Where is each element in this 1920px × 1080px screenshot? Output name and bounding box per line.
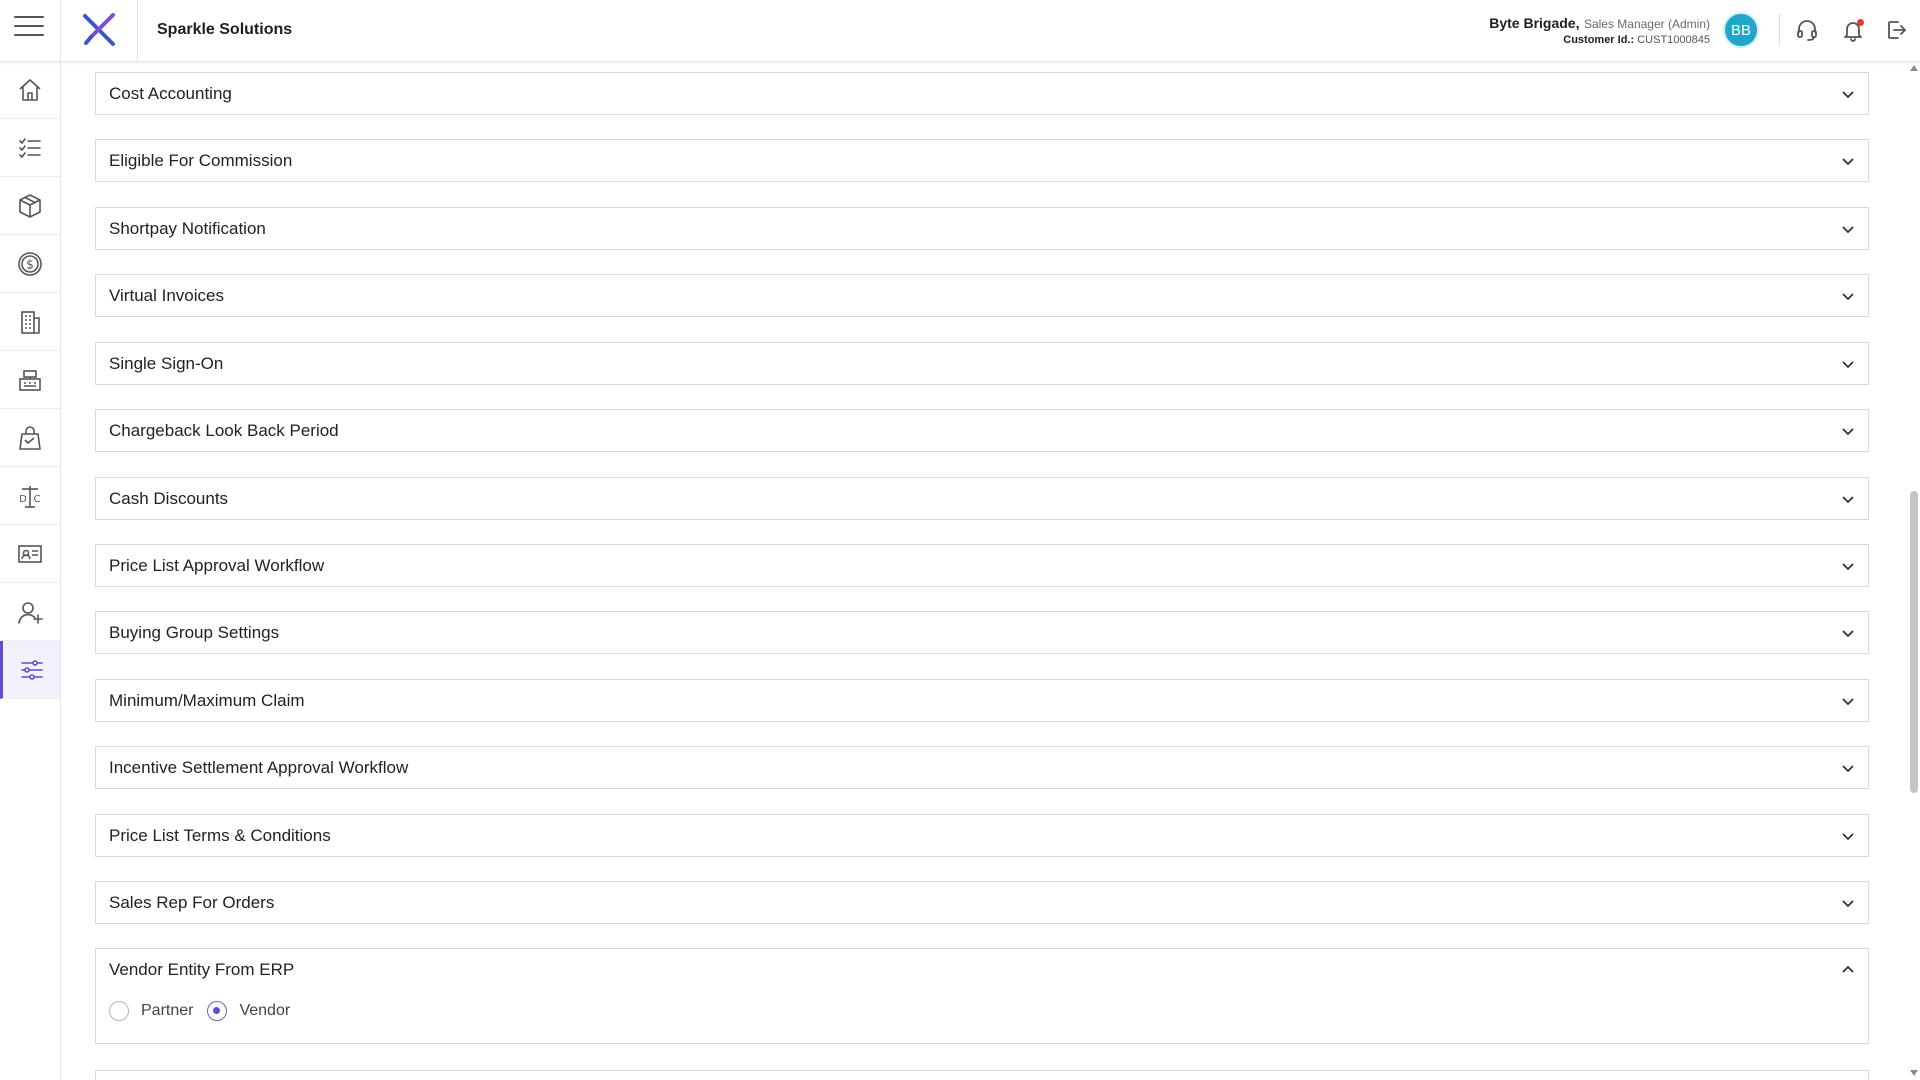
add-user-icon (18, 601, 43, 624)
panel-title: Price List Terms & Conditions (109, 826, 331, 845)
panel-title: Cost Accounting (109, 84, 232, 103)
radio-label: Vendor (239, 1002, 291, 1019)
radio-vendor[interactable] (207, 1001, 228, 1021)
top-header: Sparkle Solutions Byte Brigade, Sales Ma… (0, 0, 1920, 62)
chevron-down-icon (1842, 226, 1854, 234)
notification-bell-icon[interactable] (1841, 18, 1865, 42)
chevron-down-icon (1842, 698, 1854, 706)
scale-dc-icon: DC (19, 485, 41, 508)
panel-price-list-terms-conditions[interactable]: Price List Terms & Conditions (95, 814, 1869, 857)
sidebar-item-companies[interactable] (0, 293, 60, 351)
sidebar-item-products[interactable] (0, 177, 60, 235)
sidebar-item-pos[interactable] (0, 351, 60, 409)
logo-icon (83, 13, 115, 46)
chevron-down-icon (1842, 158, 1854, 166)
panel-virtual-invoices[interactable]: Virtual Invoices (95, 274, 1869, 317)
panel-title: Virtual Invoices (109, 286, 224, 305)
building-icon (21, 310, 40, 334)
panel-buying-group-settings[interactable]: Buying Group Settings (95, 611, 1869, 654)
sidebar-item-users[interactable] (0, 583, 60, 641)
app-logo[interactable] (60, 0, 138, 61)
box-icon (19, 193, 41, 218)
radio-option-vendor[interactable]: Vendor (207, 1001, 290, 1021)
panel-title: Sales Rep For Orders (109, 893, 275, 912)
panel-shortpay-notification[interactable]: Shortpay Notification (95, 207, 1869, 250)
user-name: Byte Brigade, (1489, 15, 1580, 31)
scroll-down-arrow-icon[interactable] (1910, 1070, 1918, 1076)
panel-title: Chargeback Look Back Period (109, 421, 339, 440)
chevron-down-icon (1842, 563, 1854, 571)
chevron-down-icon (1842, 496, 1854, 504)
dollar-coin-icon: $ (18, 251, 42, 276)
sidebar: $ DC (0, 61, 61, 1080)
vendor-entity-radio-group: Partner Vendor (109, 1001, 304, 1021)
panel-title: Eligible For Commission (109, 151, 293, 170)
hamburger-menu-icon[interactable] (14, 16, 44, 40)
notification-dot (1857, 19, 1864, 26)
scrollbar-thumb[interactable] (1910, 491, 1918, 793)
settings-sliders-icon (20, 659, 43, 680)
panel-title: Shortpay Notification (109, 219, 266, 238)
scroll-up-arrow-icon[interactable] (1910, 65, 1918, 71)
customer-id: CUST1000845 (1637, 34, 1710, 46)
vertical-scrollbar[interactable] (1908, 61, 1920, 1080)
panel-single-sign-on[interactable]: Single Sign-On (95, 342, 1869, 385)
user-info: Byte Brigade, Sales Manager (Admin) Cust… (1489, 15, 1710, 48)
sidebar-item-contacts[interactable] (0, 525, 60, 583)
sidebar-item-compliance[interactable]: DC (0, 467, 60, 525)
panel-title: Vendor Entity From ERP (109, 960, 295, 979)
checklist-icon (19, 137, 41, 158)
panel-cost-accounting[interactable]: Cost Accounting (95, 72, 1869, 115)
company-name: Sparkle Solutions (157, 21, 293, 38)
chevron-down-icon (1842, 765, 1854, 773)
sidebar-item-settings[interactable] (0, 641, 60, 699)
chevron-down-icon (1842, 833, 1854, 841)
settings-content: Cost Accounting Eligible For Commission … (61, 61, 1908, 1080)
chevron-down-icon (1842, 293, 1854, 301)
chevron-down-icon (1842, 900, 1854, 908)
panel-chargeback-look-back-period[interactable]: Chargeback Look Back Period (95, 409, 1869, 452)
sidebar-item-orders[interactable] (0, 409, 60, 467)
chevron-up-icon (1842, 965, 1854, 973)
radio-option-partner[interactable]: Partner (109, 1001, 193, 1021)
avatar[interactable]: BB (1723, 12, 1759, 48)
chevron-down-icon (1842, 91, 1854, 99)
logout-icon[interactable] (1884, 18, 1908, 42)
panel-incentive-settlement-approval-workflow[interactable]: Incentive Settlement Approval Workflow (95, 746, 1869, 789)
id-card-icon (18, 544, 42, 563)
chevron-down-icon (1842, 428, 1854, 436)
panel-cash-discounts[interactable]: Cash Discounts (95, 477, 1869, 520)
panel-vendor-entity-from-erp[interactable]: Vendor Entity From ERP Partner Vendor (95, 948, 1869, 1044)
sidebar-item-finance[interactable]: $ (0, 235, 60, 293)
svg-text:C: C (34, 494, 41, 505)
panel-title: Cash Discounts (109, 489, 229, 508)
panel-sales-rep-for-orders[interactable]: Sales Rep For Orders (95, 881, 1869, 924)
radio-label: Partner (141, 1002, 194, 1019)
customer-id-label: Customer Id.: (1563, 34, 1635, 46)
home-icon (19, 78, 41, 101)
panel-title: Incentive Settlement Approval Workflow (109, 758, 409, 777)
user-role: Sales Manager (Admin) (1583, 17, 1710, 31)
headset-support-icon[interactable] (1795, 18, 1819, 42)
header-divider (1779, 14, 1780, 46)
cash-register-icon (19, 369, 41, 391)
sidebar-item-home[interactable] (0, 61, 60, 119)
panel-title: Price List Approval Workflow (109, 556, 325, 575)
svg-text:$: $ (26, 257, 34, 271)
chevron-down-icon (1842, 361, 1854, 369)
sidebar-item-tasks[interactable] (0, 119, 60, 177)
radio-partner[interactable] (109, 1001, 129, 1021)
panel-title: Single Sign-On (109, 354, 224, 373)
panel-next-partial[interactable] (95, 1070, 1869, 1080)
panel-price-list-approval-workflow[interactable]: Price List Approval Workflow (95, 544, 1869, 587)
panel-title: Buying Group Settings (109, 623, 280, 642)
panel-eligible-for-commission[interactable]: Eligible For Commission (95, 139, 1869, 182)
svg-text:D: D (19, 494, 27, 505)
shopping-bag-icon (19, 425, 41, 450)
chevron-down-icon (1842, 630, 1854, 638)
panel-minimum-maximum-claim[interactable]: Minimum/Maximum Claim (95, 679, 1869, 722)
panel-title: Minimum/Maximum Claim (109, 691, 305, 710)
